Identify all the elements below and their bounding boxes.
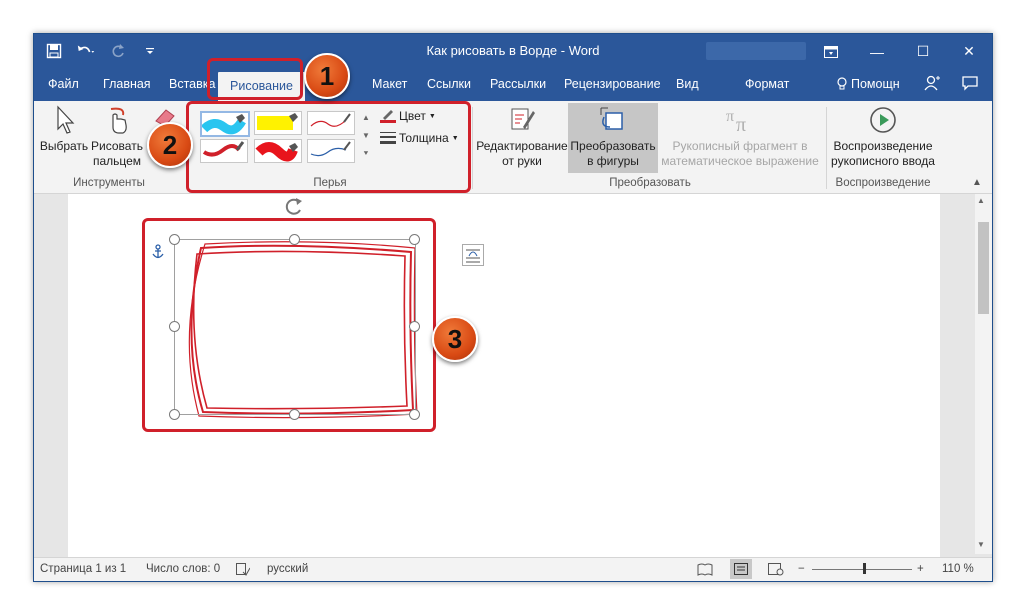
arrow-cursor-icon bbox=[57, 105, 75, 134]
callout-box-draw-tab bbox=[207, 58, 303, 100]
tab-format[interactable]: Формат bbox=[745, 77, 789, 91]
ink-editor-icon bbox=[511, 108, 535, 130]
pi-math-icon: ππ bbox=[726, 108, 746, 136]
tell-me-label: Помощн bbox=[851, 77, 900, 91]
ink-replay-label-2: рукописного ввода bbox=[831, 154, 935, 168]
callout-badge-1: 1 bbox=[304, 53, 350, 99]
draw-with-finger-button[interactable]: Рисовать пальцем bbox=[89, 105, 145, 169]
rotate-handle-icon[interactable] bbox=[283, 196, 305, 218]
zoom-slider[interactable] bbox=[812, 569, 912, 570]
share-user-icon[interactable] bbox=[924, 75, 940, 94]
ink-to-math-button[interactable]: ππ Рукописный фрагмент в математическое … bbox=[656, 105, 824, 169]
tell-me-search[interactable]: Помощн bbox=[837, 77, 900, 91]
layout-options-icon[interactable] bbox=[462, 244, 484, 266]
select-label: Выбрать bbox=[39, 139, 89, 153]
collapse-ribbon-icon[interactable]: ▲ bbox=[972, 177, 982, 188]
ink-replay-label-1: Воспроизведение bbox=[833, 139, 933, 153]
ink-to-math-label-1: Рукописный фрагмент в bbox=[672, 139, 808, 153]
status-bar: Страница 1 из 1 Число слов: 0 русский − … bbox=[34, 557, 992, 581]
zoom-in-button[interactable]: + bbox=[917, 563, 924, 575]
minimize-button[interactable]: — bbox=[854, 34, 900, 69]
convert-group-label: Преобразовать bbox=[609, 177, 691, 189]
callout-box-pens bbox=[186, 101, 471, 193]
tools-group-label: Инструменты bbox=[73, 177, 145, 189]
callout-badge-3: 3 bbox=[432, 316, 478, 362]
ink-to-math-label-2: математическое выражение bbox=[661, 154, 819, 168]
ink-replay-button[interactable]: Воспроизведение рукописного ввода bbox=[828, 105, 938, 169]
scroll-up-icon[interactable]: ▲ bbox=[977, 196, 985, 205]
group-separator bbox=[472, 107, 473, 189]
title-bar: Как рисовать в Ворде - Word — ☐ ✕ bbox=[34, 34, 992, 69]
callout-box-drawing bbox=[142, 218, 436, 432]
zoom-level[interactable]: 110 % bbox=[942, 563, 974, 575]
ribbon-tabs: Файл Главная Вставка Рисование Макет Ссы… bbox=[34, 69, 992, 101]
zoom-out-button[interactable]: − bbox=[798, 563, 805, 575]
read-mode-icon[interactable] bbox=[697, 563, 713, 579]
word-count[interactable]: Число слов: 0 bbox=[146, 563, 220, 575]
comments-icon[interactable] bbox=[962, 76, 978, 94]
replay-icon bbox=[870, 107, 896, 133]
web-layout-icon[interactable] bbox=[768, 563, 784, 579]
page-count[interactable]: Страница 1 из 1 bbox=[40, 563, 126, 575]
tab-home[interactable]: Главная bbox=[103, 77, 151, 91]
lightbulb-icon bbox=[837, 77, 847, 90]
ink-to-shape-label-1: Преобразовать bbox=[570, 139, 656, 153]
tab-file[interactable]: Файл bbox=[48, 77, 79, 91]
tab-layout[interactable]: Макет bbox=[372, 77, 407, 91]
draw-finger-label-2: пальцем bbox=[92, 154, 142, 168]
ribbon-display-icon[interactable] bbox=[808, 34, 854, 69]
vertical-scrollbar[interactable]: ▲ ▼ bbox=[975, 194, 992, 554]
ink-editor-button[interactable]: Редактирование от руки bbox=[474, 105, 570, 169]
scroll-down-icon[interactable]: ▼ bbox=[977, 540, 985, 549]
tab-references[interactable]: Ссылки bbox=[427, 77, 471, 91]
ink-to-shape-icon bbox=[600, 107, 623, 130]
svg-text:π: π bbox=[726, 108, 734, 125]
replay-group-label: Воспроизведение bbox=[835, 177, 931, 189]
draw-finger-label-1: Рисовать bbox=[91, 139, 143, 153]
callout-badge-2: 2 bbox=[147, 122, 193, 168]
account-name[interactable] bbox=[706, 42, 806, 60]
print-layout-icon[interactable] bbox=[730, 559, 752, 579]
tab-view[interactable]: Вид bbox=[676, 77, 699, 91]
ink-editor-label-2: от руки bbox=[502, 154, 542, 168]
finger-draw-icon bbox=[110, 107, 127, 134]
ink-to-shape-button[interactable]: Преобразовать в фигуры bbox=[568, 103, 658, 173]
scroll-thumb[interactable] bbox=[978, 222, 989, 314]
ink-to-shape-label-2: в фигуры bbox=[587, 154, 639, 168]
proofing-icon[interactable] bbox=[236, 563, 251, 579]
ink-editor-label-1: Редактирование bbox=[476, 139, 568, 153]
zoom-slider-thumb[interactable] bbox=[863, 563, 866, 574]
language[interactable]: русский bbox=[267, 563, 308, 575]
svg-text:π: π bbox=[736, 114, 746, 135]
close-button[interactable]: ✕ bbox=[946, 34, 992, 69]
tab-review[interactable]: Рецензирование bbox=[564, 77, 661, 91]
tab-mailings[interactable]: Рассылки bbox=[490, 77, 546, 91]
maximize-button[interactable]: ☐ bbox=[900, 34, 946, 69]
select-button[interactable]: Выбрать bbox=[38, 105, 90, 154]
group-separator bbox=[826, 107, 827, 189]
